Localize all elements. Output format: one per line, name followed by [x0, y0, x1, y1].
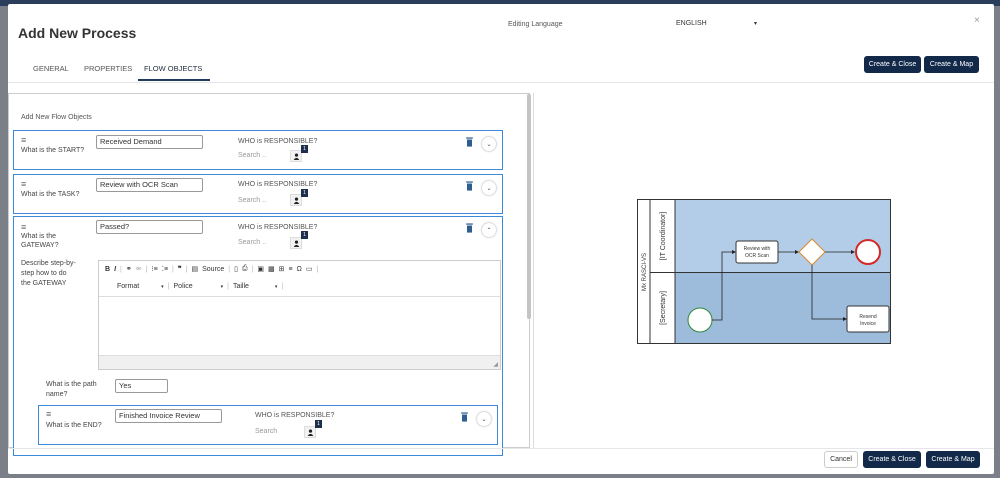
source-button[interactable]: Source	[202, 266, 224, 273]
task-question: What is the TASK?	[21, 191, 80, 198]
create-map-button-top[interactable]: Create & Map	[924, 56, 979, 73]
flash-icon[interactable]: ▩	[268, 265, 275, 273]
task-text-line2: OCR Scan	[745, 253, 769, 259]
special-char-icon[interactable]: Ω	[297, 266, 302, 273]
unlink-icon[interactable]: ⚮	[136, 265, 142, 273]
chevron-down-icon[interactable]: ⌄	[477, 412, 491, 426]
chevron-down-icon[interactable]: ▾	[161, 284, 164, 290]
start-card: ≡ What is the START? Received Demand WHO…	[13, 130, 503, 170]
print-icon[interactable]: ⎙	[242, 265, 248, 273]
drag-handle-icon[interactable]: ≡	[21, 180, 26, 189]
describe-label-line3: the GATEWAY	[21, 280, 67, 287]
gateway-question-line2: GATEWAY?	[21, 242, 59, 249]
tab-divider	[8, 82, 994, 83]
italic-button[interactable]: I	[114, 266, 116, 273]
horizontal-rule-icon[interactable]: ≡	[289, 266, 293, 273]
chevron-down-icon[interactable]: ▾	[754, 20, 757, 27]
taille-select[interactable]: Taille	[233, 283, 249, 290]
tab-flow-objects[interactable]: FLOW OBJECTS	[138, 64, 211, 81]
blockquote-icon[interactable]: ❞	[178, 265, 182, 273]
trash-icon[interactable]	[465, 181, 474, 191]
create-close-button-top[interactable]: Create & Close	[864, 56, 921, 73]
resend-text-line2: Invoice	[860, 321, 876, 327]
bullet-list-icon[interactable]: ⁚≡	[162, 265, 168, 273]
task-card: ≡ What is the TASK? Review with OCR Scan…	[13, 174, 503, 214]
gateway-input[interactable]: Passed?	[96, 220, 203, 234]
drag-handle-icon[interactable]: ≡	[46, 410, 51, 419]
who-responsible-label: WHO is RESPONSIBLE?	[238, 224, 318, 231]
link-icon[interactable]: ⚭	[126, 265, 132, 273]
chevron-down-icon[interactable]: ▾	[221, 284, 224, 290]
describe-label-line2: step how to do	[21, 270, 67, 277]
language-select[interactable]: ENGLISH	[676, 20, 707, 27]
rich-text-editor: B I | ⚭ ⚮ | ⁝≡ ⁚≡ | ❞ | ▤ Source | ▯ ⎙ |…	[98, 260, 501, 370]
preview-icon[interactable]: ▯	[234, 265, 238, 273]
gateway-question-line1: What is the	[21, 233, 57, 240]
task-text-line1: Review with	[744, 246, 771, 252]
responsible-search[interactable]: Search	[255, 428, 277, 435]
trash-icon[interactable]	[465, 137, 474, 147]
who-responsible-label: WHO is RESPONSIBLE?	[238, 181, 318, 188]
create-close-button[interactable]: Create & Close	[863, 451, 921, 468]
scrollbar[interactable]	[527, 94, 531, 319]
end-question: What is the END?	[46, 422, 102, 429]
end-event	[855, 239, 881, 265]
table-icon[interactable]: ⊞	[279, 265, 285, 273]
who-responsible-label: WHO is RESPONSIBLE?	[255, 412, 335, 419]
path-name-label-line1: What is the path	[46, 381, 97, 388]
modal-title: Add New Process	[18, 25, 137, 41]
create-map-button[interactable]: Create & Map	[926, 451, 980, 468]
responsible-search[interactable]: Search ..	[238, 239, 266, 246]
trash-icon[interactable]	[460, 412, 469, 422]
image-icon[interactable]: ▣	[257, 265, 264, 273]
chevron-up-icon[interactable]: ⌃	[482, 223, 496, 237]
source-icon[interactable]: ▤	[191, 265, 198, 273]
end-card: ≡ What is the END? Finished Invoice Revi…	[38, 405, 498, 445]
chevron-down-icon[interactable]: ⌄	[482, 137, 496, 151]
tab-general[interactable]: GENERAL	[33, 64, 69, 79]
editing-language-label: Editing Language	[508, 21, 563, 28]
start-question: What is the START?	[21, 147, 85, 154]
path-name-label-line2: name?	[46, 391, 68, 398]
user-count-badge: 1	[301, 189, 308, 197]
responsible-search[interactable]: Search ..	[238, 197, 266, 204]
pool-label: Mx RASCI-VS	[642, 253, 648, 291]
bpmn-diagram: Mx RASCI-VS [IT Coordinator] [Secretary]…	[637, 199, 891, 344]
describe-label-line1: Describe step-by-	[21, 260, 76, 267]
tab-properties[interactable]: PROPERTIES	[84, 64, 132, 79]
chevron-down-icon[interactable]: ▾	[275, 284, 278, 290]
path-name-input[interactable]: Yes	[115, 379, 168, 393]
end-input[interactable]: Finished Invoice Review	[115, 409, 222, 423]
footer-divider	[8, 448, 994, 449]
task-input[interactable]: Review with OCR Scan	[96, 178, 203, 192]
format-select[interactable]: Format	[117, 283, 139, 290]
lane-label-it: [IT Coordinator]	[660, 212, 667, 261]
add-process-modal: Add New Process Editing Language ENGLISH…	[8, 4, 994, 474]
resize-handle-icon[interactable]: ◢	[493, 361, 498, 368]
editor-toolbar: B I | ⚭ ⚮ | ⁝≡ ⁚≡ | ❞ | ▤ Source | ▯ ⎙ |…	[99, 261, 500, 297]
start-event	[687, 307, 713, 333]
trash-icon[interactable]	[465, 223, 474, 233]
chevron-down-icon[interactable]: ⌄	[482, 181, 496, 195]
user-count-badge: 1	[301, 145, 308, 153]
start-input[interactable]: Received Demand	[96, 135, 203, 149]
user-count-badge: 1	[315, 420, 322, 428]
police-select[interactable]: Police	[174, 283, 193, 290]
close-icon[interactable]: ×	[974, 15, 980, 26]
picture-icon[interactable]: ▭	[306, 265, 313, 273]
resend-text-line1: Resend	[859, 314, 876, 320]
lane-label-secretary: [Secretary]	[660, 291, 667, 325]
responsible-search[interactable]: Search ..	[238, 152, 266, 159]
numbered-list-icon[interactable]: ⁝≡	[151, 265, 157, 273]
bold-button[interactable]: B	[105, 266, 110, 273]
editor-status-bar: ◢	[99, 355, 500, 369]
lane-it-coordinator	[674, 199, 891, 273]
add-flow-objects-label: Add New Flow Objects	[21, 114, 92, 121]
user-count-badge: 1	[301, 231, 308, 239]
who-responsible-label: WHO is RESPONSIBLE?	[238, 138, 318, 145]
drag-handle-icon[interactable]: ≡	[21, 223, 26, 232]
cancel-button[interactable]: Cancel	[824, 451, 858, 468]
task-review-ocr	[735, 240, 779, 264]
drag-handle-icon[interactable]: ≡	[21, 136, 26, 145]
